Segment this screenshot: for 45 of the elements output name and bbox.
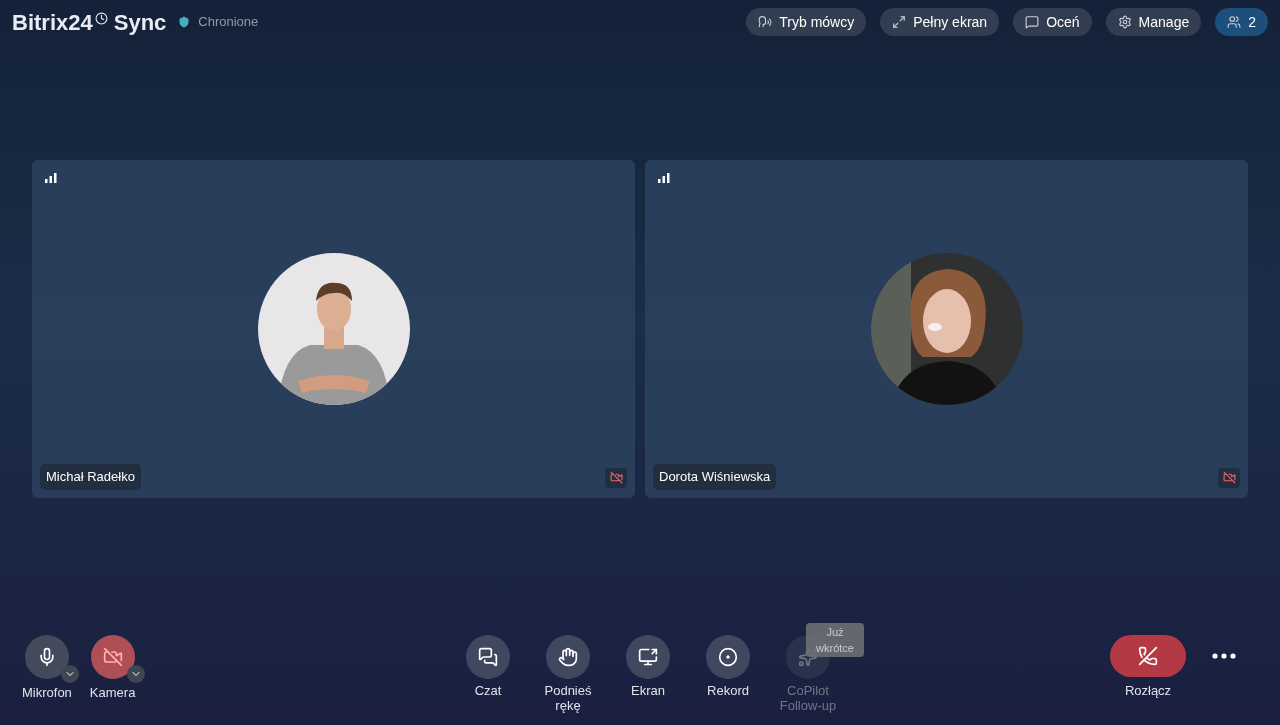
record-icon	[718, 647, 738, 667]
more-icon	[1212, 653, 1236, 659]
screen-share-icon	[638, 647, 658, 667]
action-label: CoPilot Follow-up	[778, 683, 838, 713]
action-label: Rekord	[706, 683, 750, 698]
action-label: Podnieś rękę	[543, 683, 593, 713]
header-button[interactable]: Pełny ekran	[880, 8, 1000, 36]
action-label: Czat	[473, 683, 503, 698]
action-button[interactable]	[546, 635, 590, 679]
gear-icon	[1117, 15, 1132, 29]
hang-up-label: Rozłącz	[1124, 682, 1172, 700]
participant-name: Michał Radełko	[40, 464, 141, 490]
hang-up-button[interactable]	[1110, 635, 1186, 677]
participant-name: Dorota Wiśniewska	[653, 464, 777, 490]
signal-icon	[45, 172, 57, 183]
microphone-button[interactable]	[24, 635, 69, 679]
speech-bubble-icon	[1025, 15, 1040, 29]
control-label: Mikrofon	[22, 684, 72, 702]
phone-icon	[1138, 646, 1158, 666]
shield-icon	[178, 16, 191, 28]
signal-icon	[658, 172, 670, 183]
hand-icon	[558, 647, 578, 667]
expand-arrows-icon	[892, 15, 907, 29]
header-button[interactable]: Tryb mówcy	[746, 8, 867, 36]
clock-icon	[94, 11, 108, 25]
action-label: Ekran	[630, 683, 666, 698]
tooltip: Już wkrótce	[806, 623, 864, 657]
dropdown-button[interactable]	[126, 665, 145, 683]
more-button[interactable]	[1210, 651, 1238, 661]
header-button[interactable]: Oceń	[1013, 8, 1092, 36]
participants-button[interactable]: 2	[1215, 8, 1268, 36]
action-button[interactable]	[626, 635, 670, 679]
action-button[interactable]	[466, 635, 510, 679]
header-button[interactable]: Manage	[1105, 8, 1202, 36]
action-button[interactable]	[706, 635, 750, 679]
control-label: Kamera	[89, 684, 136, 702]
people-icon	[1227, 15, 1242, 29]
chat-bubbles-icon	[478, 647, 498, 667]
speaking-person-icon	[758, 15, 773, 29]
camera-button[interactable]	[90, 635, 135, 679]
security-status: Chronione	[198, 13, 259, 32]
logo-suffix: Sync	[113, 8, 167, 37]
logo-text: Bitrix24	[12, 8, 93, 37]
dropdown-button[interactable]	[60, 665, 79, 683]
video-camera-icon	[102, 647, 123, 667]
